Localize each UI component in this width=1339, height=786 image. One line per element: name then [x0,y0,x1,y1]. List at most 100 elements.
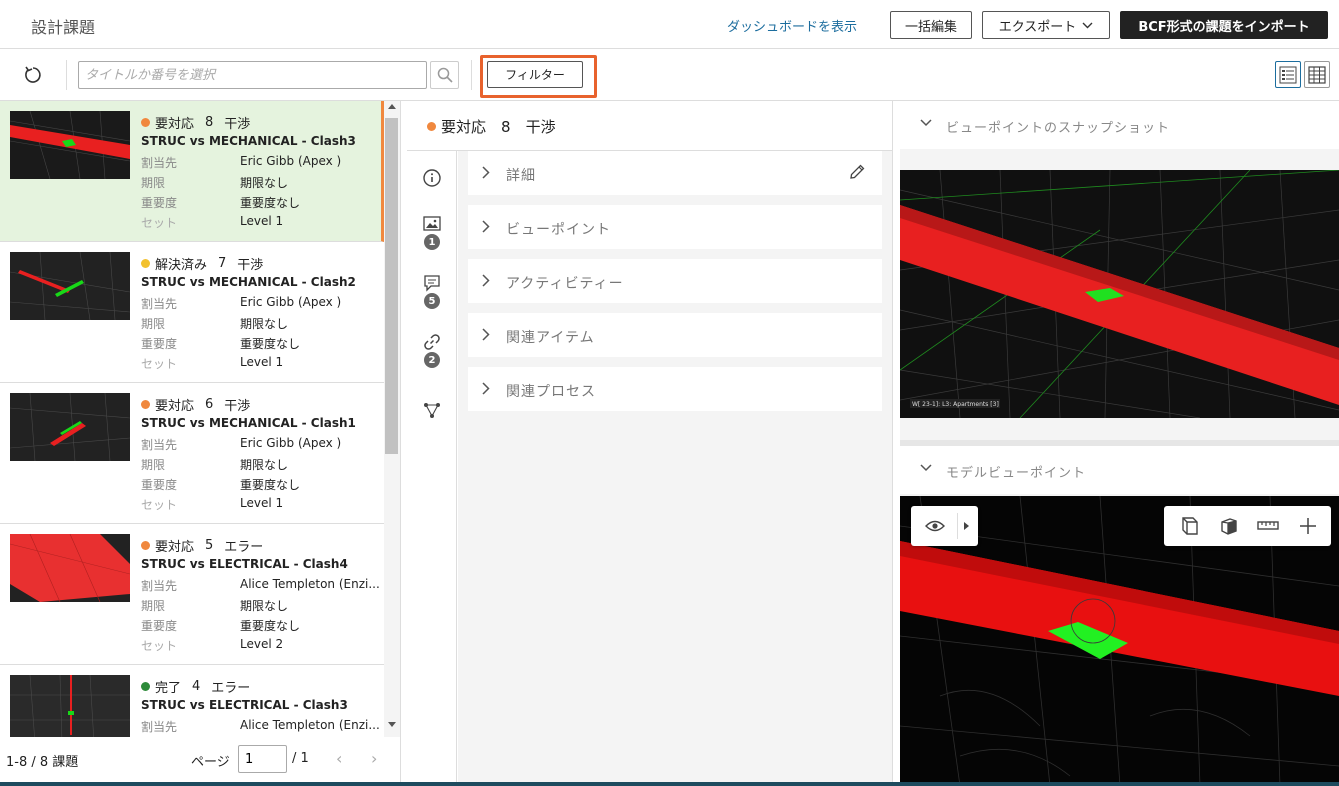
caret-right-icon [964,522,969,530]
issue-type: 干渉 [224,117,251,132]
filter-label: フィルター [505,68,565,82]
issue-header: 要対応 6 干渉 [141,395,250,414]
issue-list-item[interactable]: 要対応 5 エラー STRUC vs ELECTRICAL - Clash4 割… [0,524,384,665]
due-label: 期限 [141,599,166,613]
detail-title: 要対応 8 干渉 [427,116,556,137]
viewer-toolbar [1164,506,1331,546]
refresh-icon[interactable] [22,64,44,86]
issue-type: エラー [224,540,264,555]
previous-page-icon[interactable]: ‹ [336,749,342,768]
pencil-icon[interactable] [848,163,866,181]
filter-button[interactable]: フィルター [487,61,583,88]
issue-status: 解決済み [155,258,208,273]
issue-list-item[interactable]: 解決済み 7 干渉 STRUC vs MECHANICAL - Clash2 割… [0,242,384,383]
issue-list-item[interactable]: 要対応 8 干渉 STRUC vs MECHANICAL - Clash3 割当… [0,101,384,242]
dashboard-link[interactable]: ダッシュボードを表示 [727,16,857,35]
issue-header: 要対応 5 エラー [141,536,263,555]
issue-type: 干渉 [224,399,251,414]
section-related-items[interactable]: 関連アイテム [468,313,882,357]
page-number-input[interactable] [238,745,287,773]
chevron-right-icon [482,166,490,179]
model-section-header[interactable]: モデルビューポイント [900,446,1339,494]
assignee-value: Alice Templeton (Enzi... [240,718,380,732]
section-label: 関連アイテム [506,330,595,346]
section-viewpoints[interactable]: ビューポイント [468,205,882,249]
issue-list-item[interactable]: 要対応 6 干渉 STRUC vs MECHANICAL - Clash1 割当… [0,383,384,524]
section-box-icon[interactable] [1218,515,1240,537]
issue-title: STRUC vs MECHANICAL - Clash1 [141,416,356,430]
issue-status: 要対応 [155,399,195,414]
tab-comments[interactable]: 5 [420,274,444,310]
detail-number: 8 [501,117,511,136]
issue-status: 要対応 [155,117,195,132]
table-view-toggle[interactable] [1304,61,1330,88]
chevron-right-icon [482,328,490,341]
list-view-toggle[interactable] [1275,61,1301,88]
page-title: 設計課題 [31,18,96,37]
tab-viewpoints[interactable]: 1 [420,215,444,251]
scroll-down-arrow[interactable] [388,722,396,727]
tab-processes[interactable] [420,401,444,437]
comments-count-badge: 5 [424,293,440,309]
issue-thumbnail [10,675,130,737]
snapshot-caption: W[ 23-1]: L3: Apartments [3] [912,401,999,408]
assignee-label: 割当先 [141,720,178,734]
priority-label: 重要度 [141,619,178,633]
bottom-accent-bar [0,782,1339,786]
section-activity[interactable]: アクティビティー [468,259,882,303]
eye-icon [925,520,945,532]
ruler-icon[interactable] [1257,515,1279,537]
section-details[interactable]: 詳細 [468,151,882,195]
assignee-value: Eric Gibb (Apex ) [240,436,342,450]
section-related-processes[interactable]: 関連プロセス [468,367,882,411]
assignee-value: Eric Gibb (Apex ) [240,295,342,309]
assignee-label: 割当先 [141,579,178,593]
visibility-toggle[interactable] [911,506,978,546]
toolbar [0,49,1339,101]
import-bcf-label: BCF形式の課題をインポート [1138,19,1310,35]
priority-value: 重要度なし [240,478,301,492]
scrollbar-thumb[interactable] [385,118,398,454]
app-root: 設計課題 ダッシュボードを表示 一括編集 エクスポート BCF形式の課題をインポ… [0,0,1339,786]
issue-title: STRUC vs MECHANICAL - Clash3 [141,134,356,148]
search-input[interactable] [78,61,427,89]
import-bcf-button[interactable]: BCF形式の課題をインポート [1120,11,1328,39]
section-label: 関連プロセス [506,384,596,400]
tab-info[interactable] [420,168,444,204]
issue-number: 7 [218,256,227,271]
chevron-down-icon [1082,22,1093,28]
tab-links[interactable]: 2 [420,333,444,369]
scroll-up-arrow[interactable] [388,104,396,109]
status-dot [141,541,150,550]
search-button[interactable] [430,61,459,89]
bulk-edit-button[interactable]: 一括編集 [890,11,972,39]
due-value: 期限なし [240,317,289,331]
detail-type: 干渉 [525,118,556,136]
plus-icon[interactable] [1297,515,1319,537]
detail-body: 詳細 ビューポイント アクティビティー 関連アイテム 関連プロセス [458,151,892,786]
assignee-label: 割当先 [141,438,178,452]
issue-thumbnail [10,393,130,461]
set-label: セット [141,357,178,371]
table-view-icon [1308,65,1326,84]
export-button[interactable]: エクスポート [982,11,1110,39]
issue-list-item[interactable]: 完了 4 エラー STRUC vs ELECTRICAL - Clash3 割当… [0,665,384,737]
issue-thumbnail [10,111,130,179]
issue-title: STRUC vs ELECTRICAL - Clash3 [141,698,348,712]
toolbar-divider [471,60,472,90]
due-label: 期限 [141,458,166,472]
due-value: 期限なし [240,458,289,472]
section-label: アクティビティー [506,276,624,292]
status-dot [141,400,150,409]
priority-value: 重要度なし [240,337,301,351]
snapshot-section-header[interactable]: ビューポイントのスナップショット [900,101,1339,149]
assignee-value: Eric Gibb (Apex ) [240,154,342,168]
header: 設計課題 ダッシュボードを表示 一括編集 エクスポート BCF形式の課題をインポ… [0,0,1339,49]
next-page-icon[interactable]: › [371,749,377,768]
chevron-down-icon [920,119,932,127]
snapshot-section-title: ビューポイントのスナップショット [946,121,1171,136]
viewpoint-snapshot[interactable]: W[ 23-1]: L3: Apartments [3] [900,170,1339,418]
priority-value: 重要度なし [240,196,301,210]
cube-view-icon[interactable] [1178,515,1200,537]
page-label: ページ [191,755,230,770]
